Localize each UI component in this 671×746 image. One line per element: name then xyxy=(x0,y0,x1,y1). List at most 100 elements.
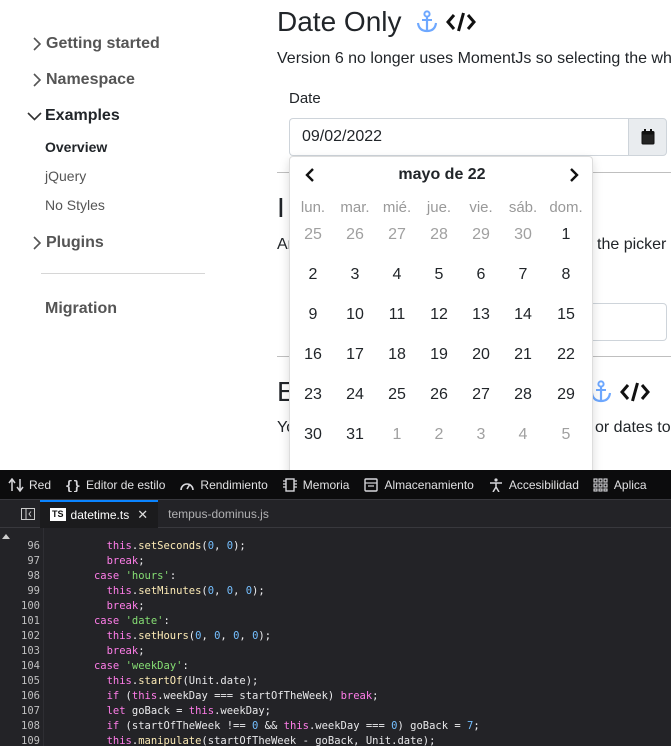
sidebar-item-plugins[interactable]: Plugins xyxy=(30,234,104,252)
devtools-tab-almacenamiento[interactable]: Almacenamiento xyxy=(355,470,479,499)
date-input[interactable] xyxy=(289,118,629,156)
calendar-day[interactable]: 1 xyxy=(376,415,418,455)
line-number[interactable]: 101 xyxy=(12,614,40,629)
code-icon[interactable] xyxy=(620,381,650,403)
code-text: this.setHours(0, 0, 0, 0); xyxy=(106,630,272,642)
line-number[interactable]: 100 xyxy=(12,599,40,614)
calendar-day[interactable]: 31 xyxy=(334,415,376,455)
date-field-label: Date xyxy=(289,90,321,107)
calendar-day[interactable]: 27 xyxy=(376,215,418,255)
line-number[interactable]: 105 xyxy=(12,674,40,689)
line-number[interactable]: 104 xyxy=(12,659,40,674)
line-number[interactable]: 97 xyxy=(12,554,40,569)
line-number[interactable]: 103 xyxy=(12,644,40,659)
calendar-day[interactable]: 5 xyxy=(418,255,460,295)
calendar-day[interactable]: 9 xyxy=(292,295,334,335)
calendar-day[interactable]: 7 xyxy=(502,255,544,295)
code-text: break; xyxy=(106,645,145,657)
calendar-day[interactable]: 24 xyxy=(334,375,376,415)
toggle-sources-sidebar-button[interactable] xyxy=(16,500,40,528)
sidebar-item-examples[interactable]: Examples xyxy=(26,107,120,125)
devtools-tab-label: Rendimiento xyxy=(200,477,268,492)
calendar-day[interactable]: 10 xyxy=(334,295,376,335)
devtools-tab-label: Accesibilidad xyxy=(508,477,579,492)
section-title-date-only: Date Only xyxy=(277,6,476,38)
anchor-icon[interactable] xyxy=(590,380,612,404)
sidebar-subitem-overview[interactable]: Overview xyxy=(45,139,107,155)
calendar-day[interactable]: 26 xyxy=(418,375,460,415)
calendar-day[interactable]: 18 xyxy=(376,335,418,375)
calendar-day[interactable]: 21 xyxy=(502,335,544,375)
calendar-day[interactable]: 27 xyxy=(460,375,502,415)
calendar-day[interactable]: 20 xyxy=(460,335,502,375)
anchor-icon[interactable] xyxy=(416,10,438,34)
sidebar-item-getting-started[interactable]: Getting started xyxy=(30,35,160,53)
calendar-day[interactable]: 25 xyxy=(292,215,334,255)
calendar-toggle-button[interactable] xyxy=(628,118,667,156)
line-number[interactable]: 109 xyxy=(12,734,40,746)
calendar-day[interactable]: 30 xyxy=(502,215,544,255)
line-number[interactable]: 98 xyxy=(12,569,40,584)
calendar-day[interactable]: 2 xyxy=(292,255,334,295)
calendar-day[interactable]: 26 xyxy=(334,215,376,255)
chevron-down-icon xyxy=(27,112,42,121)
calendar-day[interactable]: 23 xyxy=(292,375,334,415)
calendar-day[interactable]: 14 xyxy=(502,295,544,335)
calendar-day[interactable]: 2 xyxy=(418,415,460,455)
line-number[interactable]: 99 xyxy=(12,584,40,599)
calendar-day[interactable]: 19 xyxy=(418,335,460,375)
calendar-day[interactable]: 22 xyxy=(545,335,587,375)
calendar-day[interactable]: 16 xyxy=(292,335,334,375)
calendar-day[interactable]: 28 xyxy=(502,375,544,415)
calendar-day[interactable]: 15 xyxy=(545,295,587,335)
code-editor[interactable]: 96 this.setSeconds(0, 0); 97 break; 98 cas… xyxy=(0,528,671,746)
calendar-day[interactable]: 17 xyxy=(334,335,376,375)
calendar-day[interactable]: 30 xyxy=(292,415,334,455)
calendar-day[interactable]: 29 xyxy=(545,375,587,415)
calendar-day[interactable]: 29 xyxy=(460,215,502,255)
close-icon[interactable]: ✕ xyxy=(137,507,148,523)
calendar-day[interactable]: 25 xyxy=(376,375,418,415)
line-number[interactable]: 108 xyxy=(12,719,40,734)
calendar-day[interactable]: 28 xyxy=(418,215,460,255)
devtools-tab-aplica[interactable]: Aplica xyxy=(585,470,653,499)
calendar-day[interactable]: 13 xyxy=(460,295,502,335)
sidebar-subitem-jquery[interactable]: jQuery xyxy=(45,168,86,184)
section-title-partial-2: I xyxy=(277,192,285,223)
devtools-toolbar: Red {} Editor de estilo Rendimiento Memoria A… xyxy=(0,470,671,500)
previous-month-button[interactable] xyxy=(300,165,320,185)
devtools-tab-rendimiento[interactable]: Rendimiento xyxy=(171,470,273,499)
devtools-tab-red[interactable]: Red xyxy=(0,470,57,499)
calendar-day[interactable]: 11 xyxy=(376,295,418,335)
next-month-button[interactable] xyxy=(564,165,584,185)
calendar-day[interactable]: 6 xyxy=(460,255,502,295)
line-number[interactable]: 107 xyxy=(12,704,40,719)
calendar-day[interactable]: 3 xyxy=(334,255,376,295)
code-text: this.setMinutes(0, 0, 0); xyxy=(106,585,265,597)
sidebar-item-label: Getting started xyxy=(46,35,160,52)
sidebar-item-namespace[interactable]: Namespace xyxy=(30,71,135,89)
calendar-icon xyxy=(641,129,654,145)
line-number[interactable]: 96 xyxy=(12,539,40,554)
weekday-label: lun. xyxy=(300,199,326,216)
line-number[interactable]: 106 xyxy=(12,689,40,704)
devtools-tab-editor-de-estilo[interactable]: {} Editor de estilo xyxy=(57,470,171,499)
calendar-day[interactable]: 3 xyxy=(460,415,502,455)
devtools-panel: Red {} Editor de estilo Rendimiento Memoria A… xyxy=(0,470,671,746)
file-tab-tempus-dominus-js[interactable]: tempus-dominus.js xyxy=(158,500,279,528)
calendar-day[interactable]: 1 xyxy=(545,215,587,255)
devtools-tab-memoria[interactable]: Memoria xyxy=(274,470,356,499)
code-icon[interactable] xyxy=(445,11,476,33)
calendar-day[interactable]: 8 xyxy=(545,255,587,295)
calendar-day[interactable]: 5 xyxy=(545,415,587,455)
calendar-day[interactable]: 4 xyxy=(502,415,544,455)
section-2-input[interactable] xyxy=(592,303,667,341)
devtools-tab-accesibilidad[interactable]: Accesibilidad xyxy=(480,470,585,499)
file-tab-datetime-ts[interactable]: TS datetime.ts ✕ xyxy=(40,499,159,528)
month-year-title[interactable]: mayo de 22 xyxy=(350,166,534,184)
line-number[interactable]: 102 xyxy=(12,629,40,644)
calendar-day[interactable]: 12 xyxy=(418,295,460,335)
sidebar-subitem-no-styles[interactable]: No Styles xyxy=(45,197,105,213)
calendar-day[interactable]: 4 xyxy=(376,255,418,295)
sidebar-item-migration[interactable]: Migration xyxy=(45,300,117,318)
